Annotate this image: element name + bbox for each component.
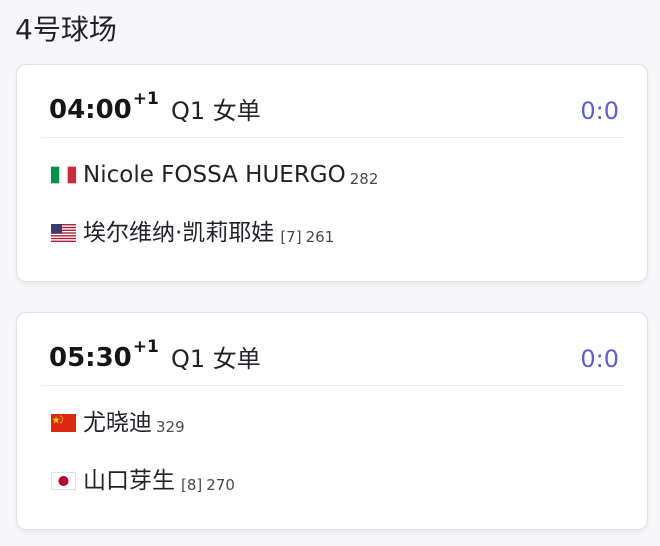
player-name[interactable]: 尤晓迪	[83, 408, 152, 438]
player-row[interactable]: Nicole FOSSA HUERGO 282	[51, 158, 378, 192]
match-score[interactable]: 0:0	[580, 343, 619, 375]
match-score[interactable]: 0:0	[580, 95, 619, 127]
player-row[interactable]: 山口芽生 [8] 270	[51, 464, 235, 498]
player-rank: 282	[349, 170, 379, 188]
player-seed: [7]	[280, 228, 302, 246]
flag-china-icon	[51, 414, 76, 432]
player-name[interactable]: Nicole FOSSA HUERGO	[83, 160, 346, 190]
round-label: Q1 女单	[171, 345, 261, 373]
player-rank: 270	[206, 476, 235, 494]
match-time: 05:30+1	[49, 339, 159, 375]
match-time-value: 04:00	[49, 95, 132, 125]
player-name[interactable]: 山口芽生	[83, 466, 175, 496]
flag-japan-icon	[51, 472, 76, 490]
player-row[interactable]: 埃尔维纳·凯莉耶娃 [7] 261	[51, 216, 334, 250]
day-offset: +1	[132, 89, 159, 109]
player-seed: [8]	[181, 476, 203, 494]
match-time: 04:00+1	[49, 91, 159, 127]
player-rank: 329	[156, 418, 185, 436]
flag-usa-icon	[51, 224, 76, 242]
player-row[interactable]: 尤晓迪 329	[51, 406, 185, 440]
round-label: Q1 女单	[171, 97, 261, 125]
court-title: 4号球场	[15, 13, 117, 46]
player-rank: 261	[305, 228, 335, 246]
match-card[interactable]: 04:00+1 Q1 女单 0:0 Nicole FOSSA HUERGO 28…	[16, 64, 648, 282]
match-time-value: 05:30	[49, 343, 132, 373]
match-header: 04:00+1 Q1 女单 0:0	[41, 87, 625, 138]
match-header: 05:30+1 Q1 女单 0:0	[41, 335, 625, 386]
player-name[interactable]: 埃尔维纳·凯莉耶娃	[83, 218, 274, 248]
day-offset: +1	[132, 337, 159, 357]
flag-italy-icon	[51, 166, 76, 184]
match-card[interactable]: 05:30+1 Q1 女单 0:0 尤晓迪 329 山口芽生 [8] 270	[16, 312, 648, 530]
